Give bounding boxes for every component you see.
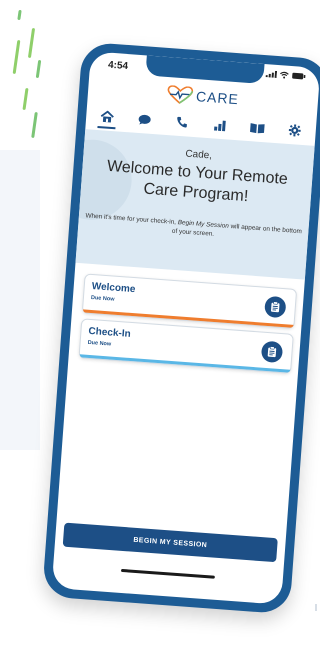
task-card-checkin[interactable]: Check-In Due Now bbox=[78, 318, 294, 374]
heart-logo-icon bbox=[167, 85, 194, 104]
phone-screen: 4:54 CARE Cade, Welcome to Your Remote C… bbox=[51, 51, 320, 605]
home-indicator bbox=[120, 568, 215, 579]
chat-icon bbox=[138, 114, 151, 125]
welcome-note: When it's time for your check-in, Begin … bbox=[84, 211, 303, 245]
battery-icon bbox=[292, 72, 306, 80]
wifi-icon bbox=[280, 71, 289, 79]
begin-session-button[interactable]: BEGIN MY SESSION bbox=[62, 522, 278, 563]
task-open-button[interactable] bbox=[264, 295, 287, 319]
clipboard-icon bbox=[267, 346, 277, 358]
welcome-banner: Cade, Welcome to Your Remote Care Progra… bbox=[75, 129, 315, 280]
clipboard-icon bbox=[270, 301, 280, 313]
task-status: Due Now bbox=[90, 294, 115, 303]
gear-icon bbox=[288, 124, 301, 137]
book-icon bbox=[249, 122, 265, 133]
note-text: When it's time for your check-in, bbox=[85, 212, 179, 227]
task-status: Due Now bbox=[87, 339, 112, 348]
nav-item-home[interactable] bbox=[93, 105, 121, 129]
chart-icon bbox=[213, 120, 226, 131]
nav-item-call[interactable] bbox=[168, 110, 196, 134]
logo-text: CARE bbox=[195, 88, 240, 108]
phone-notch bbox=[145, 55, 265, 84]
status-icons bbox=[265, 70, 306, 80]
nav-item-stats[interactable] bbox=[206, 113, 234, 137]
nav-item-settings[interactable] bbox=[281, 119, 309, 143]
phone-icon bbox=[177, 116, 188, 128]
phone-mockup: 4:54 CARE Cade, Welcome to Your Remote C… bbox=[41, 41, 320, 615]
task-accent-bar bbox=[79, 354, 291, 373]
task-title: Check-In bbox=[88, 325, 132, 340]
phone-frame: 4:54 CARE Cade, Welcome to Your Remote C… bbox=[41, 41, 320, 615]
home-icon bbox=[100, 110, 114, 123]
nav-item-library[interactable] bbox=[243, 116, 271, 140]
nav-item-messages[interactable] bbox=[131, 107, 159, 131]
task-open-button[interactable] bbox=[260, 340, 284, 364]
status-time: 4:54 bbox=[107, 59, 129, 73]
task-title: Welcome bbox=[91, 281, 136, 296]
signal-icon bbox=[265, 70, 278, 78]
